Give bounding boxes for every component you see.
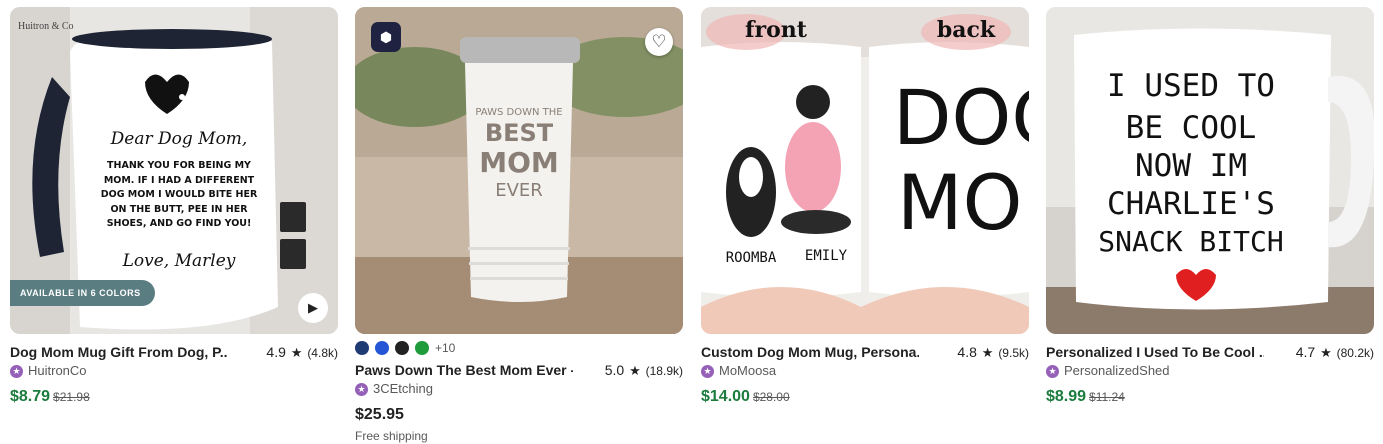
rating-score: 4.8 [957, 344, 977, 360]
review-count: (18.9k) [645, 364, 683, 378]
color-swatches[interactable]: +10 [355, 340, 683, 356]
mug-line-2: BE COOL [1125, 110, 1257, 146]
seller[interactable]: ★ PersonalizedShed [1046, 362, 1374, 380]
original-price: $21.98 [53, 390, 90, 404]
color-swatch[interactable] [415, 341, 429, 355]
mug-line-5: SNACK BITCH [1098, 225, 1284, 258]
sale-price: $8.99 [1046, 388, 1087, 405]
star-icon: ★ [1320, 345, 1332, 360]
seller[interactable]: ★ 3CEtching [355, 380, 683, 398]
review-count: (4.8k) [307, 346, 338, 360]
heart-icon[interactable]: ♡ [645, 28, 673, 56]
mug-body: THANK YOU FOR BEING MY MOM. IF I HAD A D… [100, 160, 258, 229]
rating-score: 5.0 [604, 362, 625, 378]
listing-image[interactable]: Huitron & Co Dear Dog Mom, THANK YOU FOR… [10, 7, 338, 334]
star-icon: ★ [290, 345, 303, 360]
star-seller-icon: ★ [355, 382, 368, 396]
price: $25.95 [355, 406, 404, 423]
tumbler-line2: BEST [484, 119, 554, 147]
listing-title[interactable]: Custom Dog Mom Mug, Persona... [701, 342, 919, 362]
mug-line-1: I USED TO [1107, 68, 1275, 104]
listing-grid: Huitron & Co Dear Dog Mom, THANK YOU FOR… [0, 0, 1383, 444]
seller-name: MoMoosa [719, 363, 777, 378]
front-label: front [745, 17, 807, 43]
tumbler-line4: EVER [495, 180, 543, 201]
brain-icon[interactable]: ⬢ [371, 22, 401, 52]
seller-name: 3CEtching [373, 381, 433, 396]
listing-title[interactable]: Paws Down The Best Mom Ever -... [355, 360, 573, 380]
rating-score: 4.7 [1295, 344, 1316, 360]
mug-line-3: NOW IM [1135, 148, 1247, 184]
sale-price: $8.79 [10, 388, 51, 405]
person-name: EMILY [804, 248, 848, 264]
sale-price: $14.00 [701, 388, 750, 405]
review-count: (80.2k) [1336, 346, 1374, 360]
listing-title[interactable]: Personalized I Used To Be Cool ... [1046, 342, 1264, 362]
more-colors[interactable]: +10 [435, 341, 455, 355]
listing-image[interactable]: I USED TO BE COOL NOW IM CHARLIE'S SNACK… [1046, 7, 1374, 334]
dog-name: ROOMBA [725, 250, 777, 266]
seller[interactable]: ★ HuitronCo [10, 362, 338, 380]
seller-name: PersonalizedShed [1064, 363, 1170, 378]
tumbler-line1: PAWS DOWN THE [475, 107, 563, 118]
seller[interactable]: ★ MoMoosa [701, 362, 1029, 380]
star-icon: ★ [981, 345, 994, 360]
listing-title[interactable]: Dog Mom Mug Gift From Dog, P... [10, 342, 228, 362]
mug-heading: Dear Dog Mom, [110, 129, 248, 149]
listing-card[interactable]: front back ROOMBA EMILY DOG MOM Custom D… [701, 7, 1029, 408]
original-price: $11.24 [1089, 390, 1125, 404]
star-seller-icon: ★ [1046, 364, 1059, 378]
rating-score: 4.9 [266, 344, 286, 360]
seller-name: HuitronCo [28, 363, 87, 378]
colors-available-pill: AVAILABLE IN 6 COLORS [10, 280, 155, 306]
listing-image[interactable]: front back ROOMBA EMILY DOG MOM [701, 7, 1029, 334]
shipping-info: Free shipping [355, 429, 428, 443]
rating: 4.7 ★ (80.2k) [1296, 342, 1374, 363]
mug-big-text-1: DOG [893, 73, 1029, 162]
mug-big-text-2: MOM [897, 158, 1029, 247]
rating: 4.9 ★ (4.8k) [266, 342, 338, 363]
review-count: (9.5k) [998, 346, 1029, 360]
mug-signoff: Love, Marley [122, 251, 236, 271]
rating: 5.0 ★ (18.9k) [605, 360, 683, 381]
play-icon[interactable]: ▶ [298, 293, 328, 323]
listing-card[interactable]: Huitron & Co Dear Dog Mom, THANK YOU FOR… [10, 7, 338, 408]
image-brand-text: Huitron & Co [18, 21, 74, 32]
original-price: $28.00 [752, 390, 790, 404]
color-swatch[interactable] [395, 341, 409, 355]
color-swatch[interactable] [355, 341, 369, 355]
star-seller-icon: ★ [10, 364, 23, 378]
back-label: back [936, 17, 996, 43]
color-swatch[interactable] [375, 341, 389, 355]
listing-card[interactable]: ⬢ ♡ PAWS DOWN THE BEST MOM EVER +10 Paws… [355, 7, 683, 444]
tumbler-line3: MOM [479, 146, 559, 179]
mug-line-4: CHARLIE'S [1107, 186, 1275, 222]
star-seller-icon: ★ [701, 364, 714, 378]
rating: 4.8 ★ (9.5k) [957, 342, 1029, 363]
listing-image[interactable]: ⬢ ♡ PAWS DOWN THE BEST MOM EVER [355, 7, 683, 334]
listing-card[interactable]: I USED TO BE COOL NOW IM CHARLIE'S SNACK… [1046, 7, 1374, 408]
star-icon: ★ [629, 363, 641, 378]
